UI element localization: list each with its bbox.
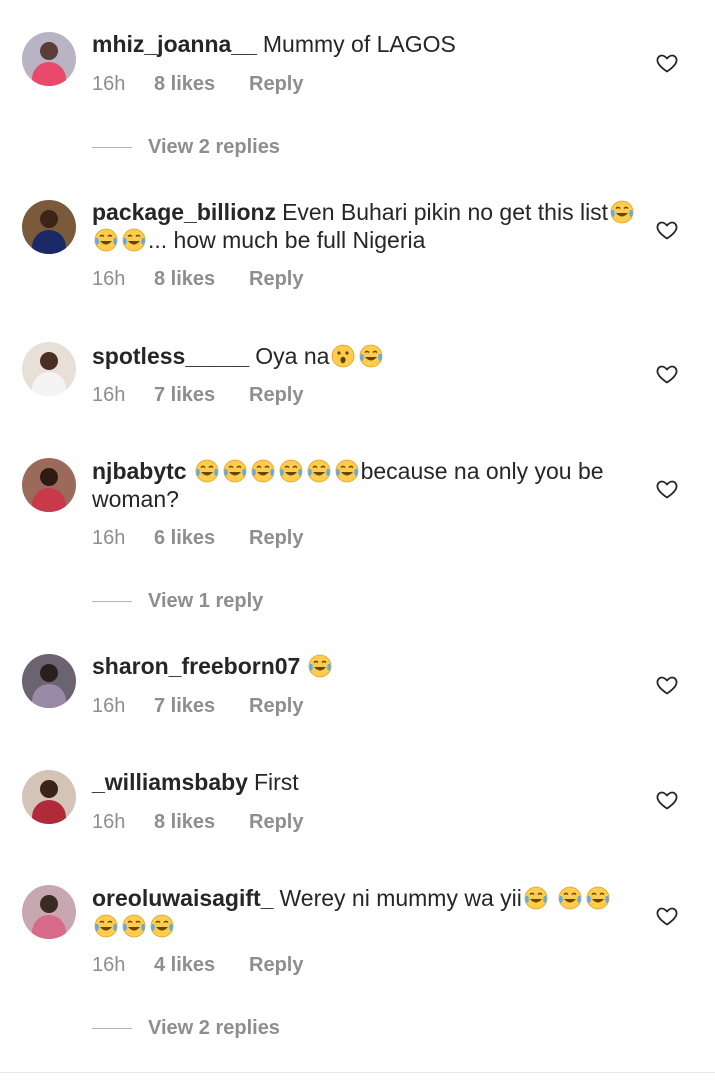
comment-body: Werey ni mummy wa yii bbox=[279, 885, 522, 911]
comment-meta: 16h 7 likes Reply bbox=[92, 384, 303, 407]
heart-outline-icon[interactable] bbox=[655, 218, 679, 242]
comment-text: sharon_freeborn07 bbox=[92, 652, 637, 680]
comment-text: oreoluwaisagift_ Werey ni mummy wa yii bbox=[92, 884, 637, 940]
avatar[interactable] bbox=[22, 342, 76, 396]
view-replies-label: View 2 replies bbox=[148, 1017, 280, 1039]
tears-of-joy-emoji bbox=[221, 458, 249, 484]
comment-meta: 16h 7 likes Reply bbox=[92, 695, 303, 718]
view-replies-button[interactable]: View 1 reply bbox=[92, 590, 263, 613]
divider bbox=[92, 601, 132, 602]
reply-button[interactable]: Reply bbox=[249, 811, 303, 834]
tears-of-joy-emoji bbox=[357, 343, 385, 369]
comment-username[interactable]: sharon_freeborn07 bbox=[92, 653, 300, 679]
tears-of-joy-emoji bbox=[120, 227, 148, 253]
comment-meta: 16h 8 likes Reply bbox=[92, 811, 303, 834]
avatar[interactable] bbox=[22, 885, 76, 939]
heart-outline-icon[interactable] bbox=[655, 362, 679, 386]
comment-time: 16h bbox=[92, 73, 126, 95]
comment-username[interactable]: package_billionz bbox=[92, 199, 276, 225]
divider bbox=[92, 147, 132, 148]
avatar[interactable] bbox=[22, 458, 76, 512]
comment-username[interactable]: njbabytc bbox=[92, 458, 187, 484]
comment-likes[interactable]: 8 likes bbox=[154, 73, 249, 96]
comment-text: spotless_____ Oya na bbox=[92, 342, 637, 370]
tears-of-joy-emoji bbox=[584, 885, 612, 911]
tears-of-joy-emoji bbox=[333, 458, 361, 484]
comment-username[interactable]: oreoluwaisagift_ bbox=[92, 885, 273, 911]
tears-of-joy-emoji bbox=[92, 227, 120, 253]
tears-of-joy-emoji bbox=[522, 885, 550, 911]
reply-button[interactable]: Reply bbox=[249, 695, 303, 718]
comment-likes[interactable]: 7 likes bbox=[154, 695, 249, 718]
tears-of-joy-emoji bbox=[608, 199, 636, 225]
divider bbox=[92, 1028, 132, 1029]
comment-text: _williamsbaby First bbox=[92, 768, 637, 796]
comment-body: Oya na bbox=[255, 343, 330, 369]
heart-outline-icon[interactable] bbox=[655, 673, 679, 697]
comment-meta: 16h 6 likes Reply bbox=[92, 527, 303, 550]
comment-meta: 16h 8 likes Reply bbox=[92, 73, 303, 96]
avatar[interactable] bbox=[22, 770, 76, 824]
astonished-face-emoji bbox=[329, 343, 357, 369]
tears-of-joy-emoji bbox=[305, 458, 333, 484]
reply-button[interactable]: Reply bbox=[249, 527, 303, 550]
comment-likes[interactable]: 4 likes bbox=[154, 954, 249, 977]
view-replies-button[interactable]: View 2 replies bbox=[92, 1017, 280, 1040]
comment-likes[interactable]: 7 likes bbox=[154, 384, 249, 407]
heart-outline-icon[interactable] bbox=[655, 477, 679, 501]
comment-username[interactable]: spotless_____ bbox=[92, 343, 249, 369]
comment-text: package_billionz Even Buhari pikin no get… bbox=[92, 198, 637, 254]
tears-of-joy-emoji bbox=[92, 913, 120, 939]
heart-outline-icon[interactable] bbox=[655, 788, 679, 812]
comment-meta: 16h 4 likes Reply bbox=[92, 954, 303, 977]
comment-likes[interactable]: 8 likes bbox=[154, 268, 249, 291]
comment-time: 16h bbox=[92, 268, 126, 290]
comment-meta: 16h 8 likes Reply bbox=[92, 268, 303, 291]
avatar[interactable] bbox=[22, 654, 76, 708]
comment-username[interactable]: _williamsbaby bbox=[92, 769, 248, 795]
comment-body-continued: ... how much be full Nigeria bbox=[148, 227, 426, 253]
comment-time: 16h bbox=[92, 527, 126, 549]
comment-time: 16h bbox=[92, 954, 126, 976]
tears-of-joy-emoji bbox=[249, 458, 277, 484]
view-replies-label: View 2 replies bbox=[148, 136, 280, 158]
comment-username[interactable]: mhiz_joanna__ bbox=[92, 31, 257, 57]
comment-time: 16h bbox=[92, 384, 126, 406]
view-replies-button[interactable]: View 2 replies bbox=[92, 136, 280, 159]
heart-outline-icon[interactable] bbox=[655, 51, 679, 75]
comment-body: Mummy of LAGOS bbox=[262, 31, 456, 57]
comment-text: njbabytc because na only you be woman? bbox=[92, 457, 637, 513]
reply-button[interactable]: Reply bbox=[249, 73, 303, 96]
avatar[interactable] bbox=[22, 32, 76, 86]
reply-button[interactable]: Reply bbox=[249, 268, 303, 291]
comment-likes[interactable]: 6 likes bbox=[154, 527, 249, 550]
heart-outline-icon[interactable] bbox=[655, 904, 679, 928]
divider bbox=[0, 1072, 715, 1073]
tears-of-joy-emoji bbox=[120, 913, 148, 939]
tears-of-joy-emoji bbox=[306, 653, 334, 679]
reply-button[interactable]: Reply bbox=[249, 384, 303, 407]
tears-of-joy-emoji bbox=[556, 885, 584, 911]
comment-body: Even Buhari pikin no get this list bbox=[282, 199, 609, 225]
comment-likes[interactable]: 8 likes bbox=[154, 811, 249, 834]
tears-of-joy-emoji bbox=[193, 458, 221, 484]
comment-text: mhiz_joanna__ Mummy of LAGOS bbox=[92, 30, 637, 58]
comment-time: 16h bbox=[92, 811, 126, 833]
comment-body: First bbox=[253, 769, 299, 795]
avatar[interactable] bbox=[22, 200, 76, 254]
comment-time: 16h bbox=[92, 695, 126, 717]
tears-of-joy-emoji bbox=[148, 913, 176, 939]
view-replies-label: View 1 reply bbox=[148, 590, 264, 612]
reply-button[interactable]: Reply bbox=[249, 954, 303, 977]
tears-of-joy-emoji bbox=[277, 458, 305, 484]
